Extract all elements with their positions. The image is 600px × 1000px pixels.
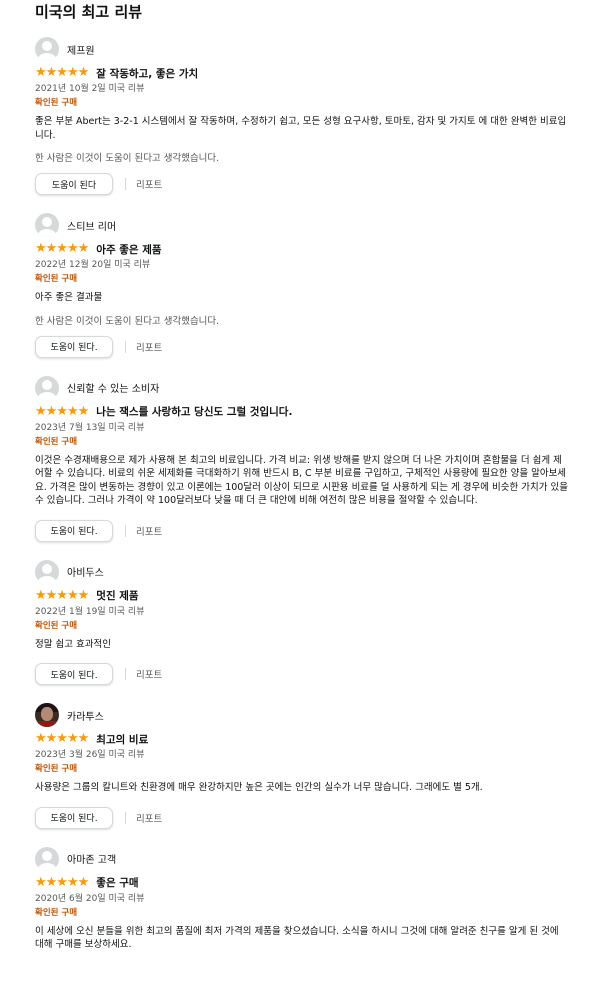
helpful-button[interactable]: 도움이 된다. — [35, 519, 113, 542]
review-date: 2022년 1월 19일 미국 리뷰 — [35, 606, 145, 617]
verified-purchase-badge: 확인된 구매 — [35, 907, 78, 918]
review-title[interactable]: 나는 잭스를 사랑하고 당신도 그럴 것입니다. — [96, 404, 292, 419]
review-date: 2022년 12월 20일 미국 리뷰 — [35, 260, 151, 270]
star-rating[interactable]: ★★★★★ — [35, 875, 89, 891]
review-list: 제프원 ★★★★★ 잘 작동하고, 좋은 가치 2021년 10월 2일 미국 리뷰확… — [35, 37, 570, 952]
reviews-page: 미국의 최고 리뷰 제프원 ★★★★★ 잘 작동하고, 좋은 가치 2021년 10월… — [0, 0, 600, 952]
review-body: 정말 쉽고 효과적인 — [35, 638, 111, 650]
review-title[interactable]: 잘 작동하고, 좋은 가치 — [96, 66, 198, 81]
reviewer-name[interactable]: 카라투스 — [67, 708, 104, 723]
reviewer-profile[interactable]: 아비두스 — [35, 559, 570, 584]
review-item: 신뢰할 수 있는 소비자 ★★★★★ 나는 잭스를 사랑하고 당신도 그럴 것입니다… — [35, 375, 570, 542]
verified-purchase-badge: 확인된 구매 — [35, 274, 78, 284]
helpful-button[interactable]: 도움이 된다. — [35, 335, 113, 358]
avatar[interactable] — [35, 213, 59, 237]
reviewer-profile[interactable]: 신뢰할 수 있는 소비자 — [35, 375, 570, 400]
reviewer-profile[interactable]: 스티브 리머 — [35, 213, 570, 237]
review-item: 아비두스 ★★★★★ 멋진 제품 2022년 1월 19일 미국 리뷰확인된 구매정말… — [35, 559, 570, 685]
divider — [125, 524, 126, 537]
verified-purchase-badge: 확인된 구매 — [35, 98, 78, 108]
reviewer-profile[interactable]: 제프원 — [35, 37, 570, 61]
report-link[interactable]: 리포트 — [136, 524, 162, 538]
review-title[interactable]: 좋은 구매 — [96, 875, 138, 890]
reviewer-name[interactable]: 아마존 고객 — [67, 851, 116, 866]
review-body: 이것은 수경재배용으로 제가 사용해 본 최고의 비료입니다. 가격 비교: 위… — [35, 454, 569, 507]
review-item: 아마존 고객 ★★★★★ 좋은 구매 2020년 6월 20일 미국 리뷰확인된 구매… — [35, 846, 570, 952]
review-title[interactable]: 멋진 제품 — [96, 588, 138, 603]
star-rating[interactable]: ★★★★★ — [35, 241, 89, 257]
review-item: 제프원 ★★★★★ 잘 작동하고, 좋은 가치 2021년 10월 2일 미국 리뷰확… — [35, 37, 570, 195]
review-title[interactable]: 아주 좋은 제품 — [96, 242, 161, 257]
review-date: 2023년 7월 13일 미국 리뷰 — [35, 422, 145, 433]
reviewer-name[interactable]: 아비두스 — [67, 564, 104, 579]
avatar[interactable] — [35, 703, 59, 727]
helpful-count-text: 한 사람은 이것이 도움이 된다고 생각했습니다. — [35, 315, 220, 327]
section-heading: 미국의 최고 리뷰 — [35, 3, 143, 21]
divider — [125, 340, 126, 353]
avatar[interactable] — [35, 846, 59, 871]
helpful-button[interactable]: 도움이 된다 — [35, 173, 113, 195]
reviewer-name[interactable]: 제프원 — [67, 42, 95, 57]
review-item: 스티브 리머 ★★★★★ 아주 좋은 제품 2022년 12월 20일 미국 리뷰확인… — [35, 213, 570, 358]
avatar[interactable] — [35, 37, 59, 61]
helpful-button[interactable]: 도움이 된다. — [35, 806, 113, 829]
divider — [125, 811, 126, 824]
star-rating[interactable]: ★★★★★ — [35, 731, 89, 747]
review-body: 이 세상에 오신 분들을 위한 최고의 품질에 최저 가격의 제품을 찾으셨습니… — [35, 925, 559, 951]
review-body: 사용량은 그룹의 칼니트와 친환경에 매우 완강하지만 높은 곳에는 인간의 실… — [35, 782, 483, 793]
reviewer-profile[interactable]: 카라투스 — [35, 703, 570, 727]
review-body: 좋은 부분 Abert는 3-2-1 시스템에서 잘 작동하며, 수정하기 쉽고… — [35, 116, 567, 141]
review-date: 2020년 6월 20일 미국 리뷰 — [35, 893, 145, 904]
review-date: 2021년 10월 2일 미국 리뷰 — [35, 84, 145, 94]
avatar[interactable] — [35, 559, 59, 584]
divider — [125, 178, 126, 190]
reviewer-name[interactable]: 스티브 리머 — [67, 218, 116, 233]
review-item: 카라투스 ★★★★★ 최고의 비료 2023년 3월 26일 미국 리뷰확인된 구매사… — [35, 703, 570, 829]
verified-purchase-badge: 확인된 구매 — [35, 764, 78, 774]
report-link[interactable]: 리포트 — [136, 177, 162, 191]
reviewer-name[interactable]: 신뢰할 수 있는 소비자 — [67, 380, 159, 395]
report-link[interactable]: 리포트 — [136, 340, 162, 354]
review-title[interactable]: 최고의 비료 — [96, 732, 148, 747]
review-date: 2023년 3월 26일 미국 리뷰 — [35, 750, 145, 760]
helpful-button[interactable]: 도움이 된다. — [35, 663, 113, 685]
reviewer-profile[interactable]: 아마존 고객 — [35, 846, 570, 871]
star-rating[interactable]: ★★★★★ — [35, 404, 89, 420]
avatar[interactable] — [35, 375, 59, 400]
star-rating[interactable]: ★★★★★ — [35, 588, 89, 604]
report-link[interactable]: 리포트 — [136, 811, 162, 825]
review-body: 아주 좋은 결과물 — [35, 292, 103, 303]
verified-purchase-badge: 확인된 구매 — [35, 620, 78, 631]
divider — [125, 668, 126, 680]
star-rating[interactable]: ★★★★★ — [35, 65, 89, 81]
verified-purchase-badge: 확인된 구매 — [35, 436, 78, 447]
helpful-count-text: 한 사람은 이것이 도움이 된다고 생각했습니다. — [35, 153, 220, 164]
report-link[interactable]: 리포트 — [136, 667, 162, 681]
